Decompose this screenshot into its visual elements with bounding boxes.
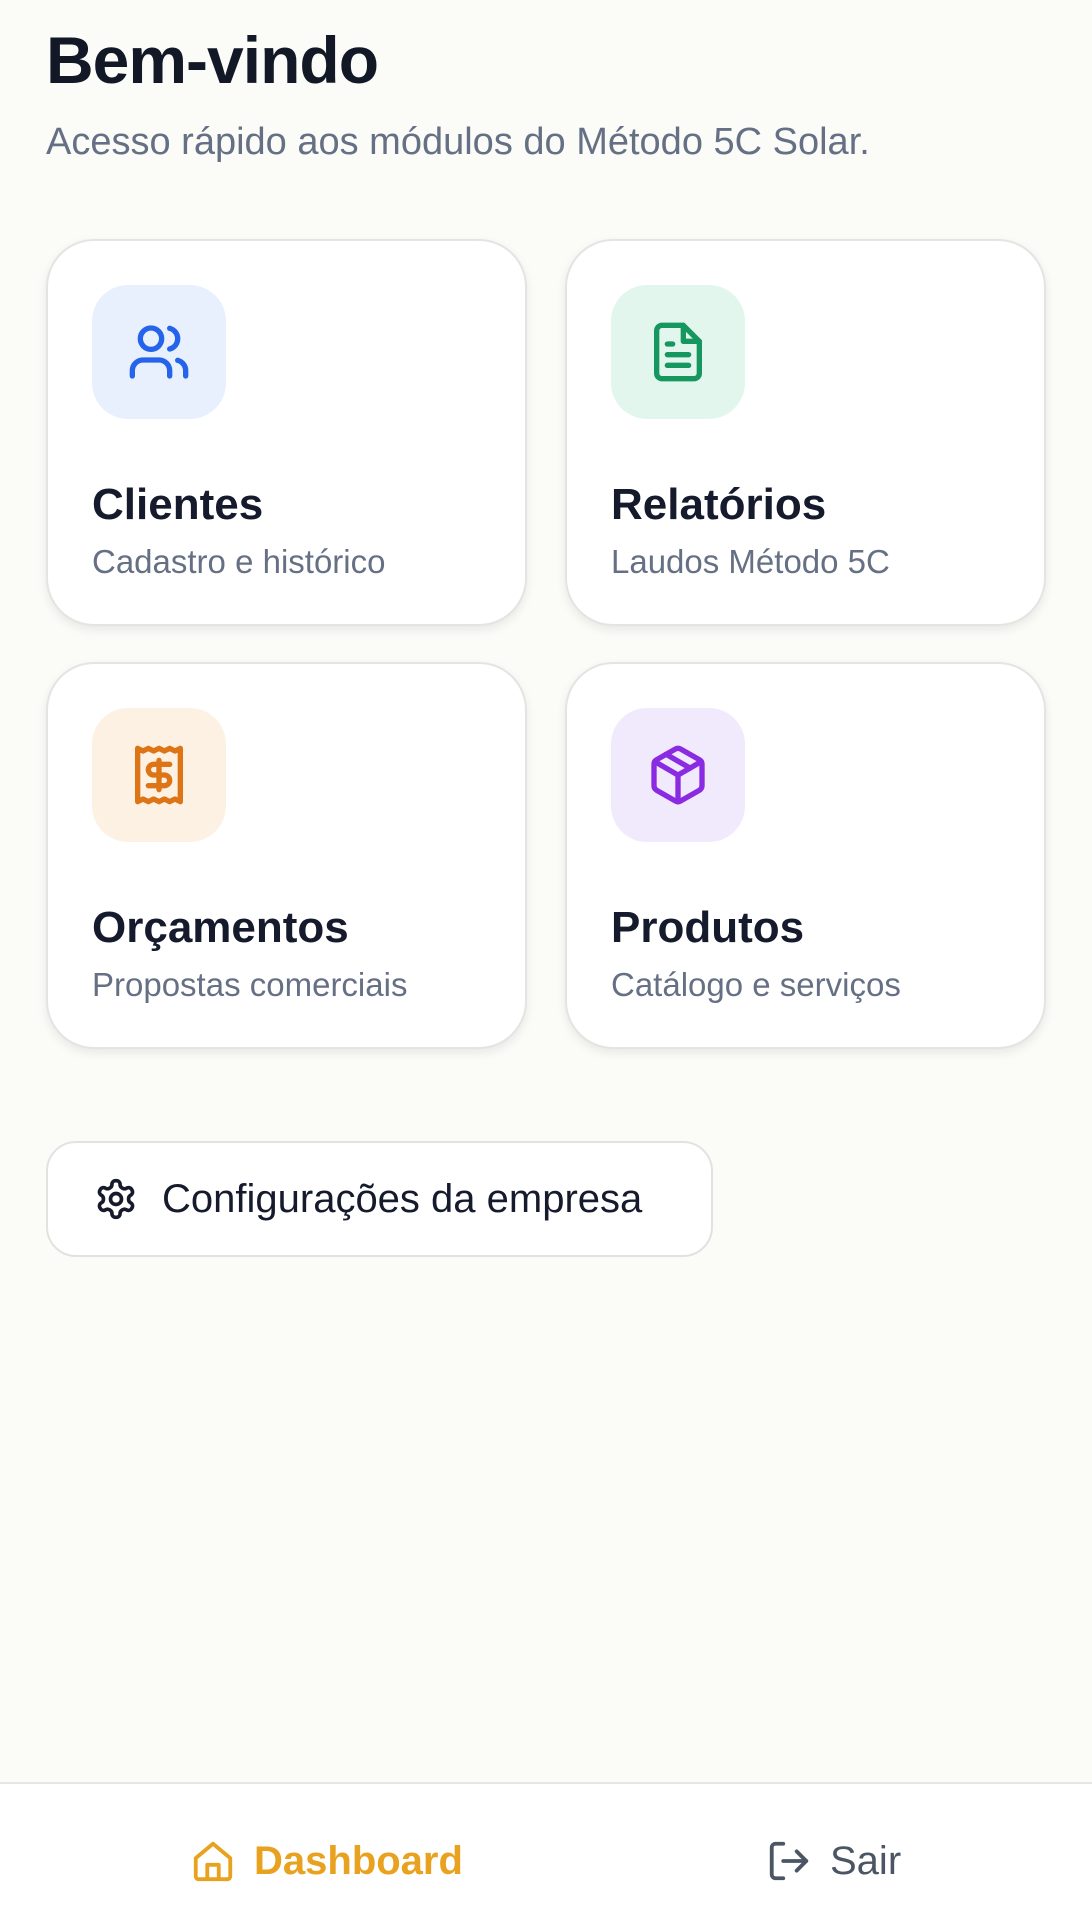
module-card-relatorios[interactable]: Relatórios Laudos Método 5C	[565, 239, 1046, 626]
nav-dashboard-label: Dashboard	[254, 1839, 463, 1883]
package-icon	[611, 708, 745, 842]
nav-logout[interactable]: Sair	[766, 1838, 901, 1884]
gear-icon	[97, 1178, 135, 1220]
module-title: Clientes	[92, 480, 264, 529]
document-icon	[611, 285, 745, 419]
page-title: Bem-vindo	[46, 23, 379, 97]
company-settings-label: Configurações da empresa	[162, 1176, 643, 1221]
users-icon	[92, 285, 226, 419]
module-description: Catálogo e serviços	[611, 966, 901, 1003]
module-description: Propostas comerciais	[92, 966, 408, 1003]
module-card-produtos[interactable]: Produtos Catálogo e serviços	[565, 662, 1046, 1049]
page-subtitle: Acesso rápido aos módulos do Método 5C S…	[46, 121, 870, 163]
module-description: Laudos Método 5C	[611, 543, 890, 580]
module-title: Relatórios	[611, 480, 827, 529]
logout-icon	[769, 1841, 809, 1881]
nav-dashboard[interactable]: Dashboard	[190, 1838, 463, 1884]
receipt-dollar-icon	[92, 708, 226, 842]
page-header: Bem-vindo Acesso rápido aos módulos do M…	[46, 22, 870, 166]
module-title: Orçamentos	[92, 903, 349, 952]
dashboard-screen: Bem-vindo Acesso rápido aos módulos do M…	[0, 0, 1092, 1920]
home-icon	[193, 1841, 233, 1882]
module-card-orcamentos[interactable]: Orçamentos Propostas comerciais	[46, 662, 527, 1049]
modules-grid: Clientes Cadastro e histórico Relatórios…	[46, 239, 1046, 1049]
module-title: Produtos	[611, 903, 805, 952]
module-card-clientes[interactable]: Clientes Cadastro e histórico	[46, 239, 527, 626]
company-settings-button[interactable]: Configurações da empresa	[46, 1141, 713, 1257]
module-description: Cadastro e histórico	[92, 543, 386, 580]
bottom-navigation: Dashboard Sair	[0, 1782, 1092, 1920]
nav-logout-label: Sair	[830, 1839, 902, 1883]
